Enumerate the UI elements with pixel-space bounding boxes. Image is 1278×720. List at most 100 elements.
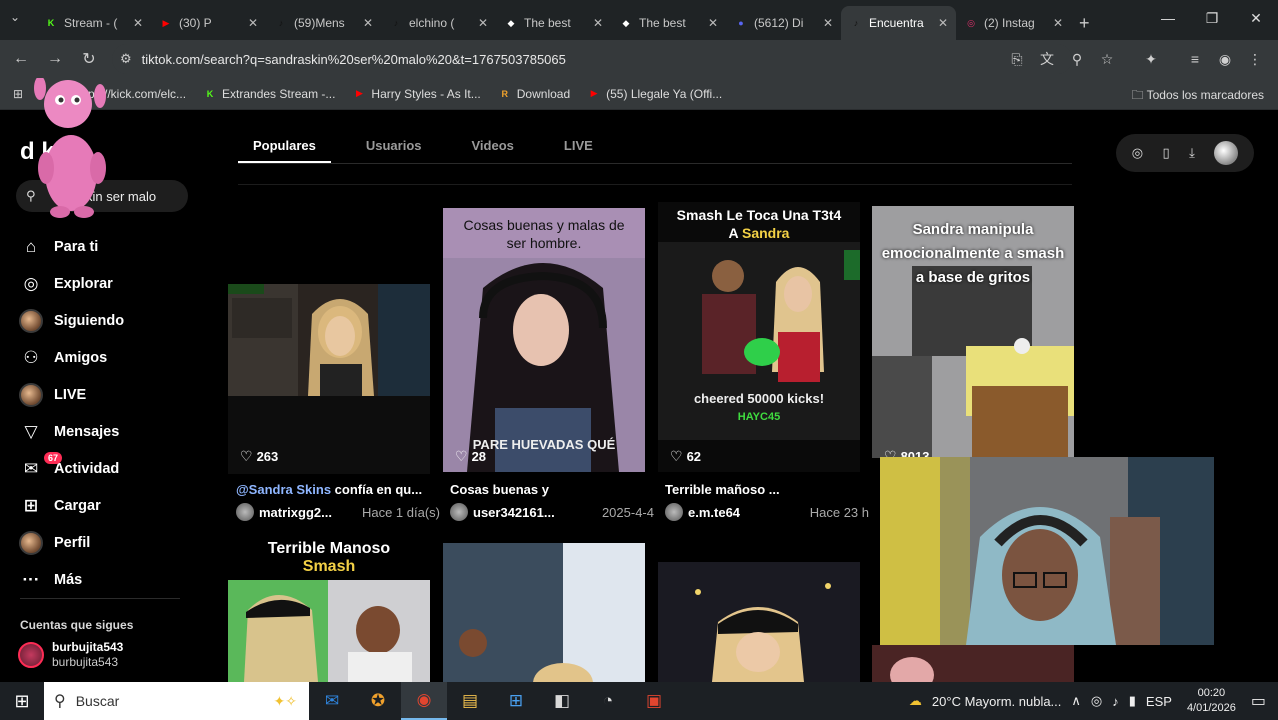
bookmark-star-icon[interactable]: ☆ [1092, 51, 1122, 68]
browser-tab[interactable]: K Stream - (✕ [36, 6, 151, 40]
video-card[interactable] [872, 645, 1074, 682]
video-card[interactable]: Smash Le Toca Una T3t4 A Sandra cheered 5… [658, 202, 860, 472]
video-description[interactable]: Terrible mañoso ... [665, 482, 867, 497]
tab-populares[interactable]: Populares [238, 130, 331, 163]
username[interactable]: e.m.te64 [688, 505, 804, 520]
video-card[interactable]: Sandra manipula emocionalmente a smash a… [872, 206, 1074, 458]
compass-icon[interactable]: ◎ [1132, 145, 1143, 161]
system-tray: ☁ 20°C Mayorm. nubla... ∧ ◎ ♪ ▮ ESP 00:2… [904, 682, 1278, 720]
bookmark-item[interactable]: ▶ Harry Styles - As It... [353, 87, 481, 101]
sidebar-item-mensajes[interactable]: ▽ Mensajes [16, 413, 196, 450]
media-icon[interactable]: ≡ [1180, 51, 1210, 67]
chevron-up-icon[interactable]: ∧ [1071, 693, 1081, 709]
video-description[interactable]: @Sandra Skins confía en qu... [236, 482, 438, 497]
download-icon[interactable]: ⤓ [1189, 145, 1195, 161]
weather-text[interactable]: 20°C Mayorm. nubla... [932, 694, 1061, 709]
close-tab-icon[interactable]: ✕ [363, 16, 373, 30]
clock[interactable]: 00:20 4/01/2026 [1187, 686, 1236, 716]
network-icon[interactable]: ◎ [1091, 693, 1102, 709]
phone-icon[interactable]: ▯ [1163, 145, 1170, 161]
sidebar-item-ms[interactable]: ··· Más [16, 561, 196, 598]
video-card[interactable]: Terrible Manoso Smash [228, 538, 430, 682]
install-app-icon[interactable]: ⎘ [1002, 51, 1032, 68]
close-tab-icon[interactable]: ✕ [593, 16, 603, 30]
outlook-icon[interactable]: ✉ [309, 682, 355, 720]
tab-favicon-icon: ▶ [162, 17, 170, 28]
volume-icon[interactable]: ♪ [1112, 694, 1119, 709]
extensions-icon[interactable]: ✦ [1136, 51, 1166, 68]
browser-tab[interactable]: ♪ Encuentra ✕ [841, 6, 956, 40]
sidebar-item-parati[interactable]: ⌂ Para ti [16, 228, 196, 265]
close-tab-icon[interactable]: ✕ [248, 16, 258, 30]
username[interactable]: user342161... [473, 505, 596, 520]
tab-live[interactable]: LIVE [549, 130, 608, 163]
close-tab-icon[interactable]: ✕ [133, 16, 143, 30]
chrome-icon[interactable]: ◉ [401, 682, 447, 720]
browser-tab[interactable]: ♪ (59)Mens ✕ [266, 6, 381, 40]
close-window-icon[interactable]: ✕ [1234, 0, 1278, 36]
windows-start-icon[interactable]: ⊞ [0, 691, 44, 712]
video-card[interactable] [443, 543, 645, 682]
app-medal-icon[interactable]: ✪ [355, 682, 401, 720]
bookmark-item[interactable]: ▶ (55) Llegale Ya (Offi... [588, 87, 723, 101]
restore-icon[interactable]: ❐ [1190, 0, 1234, 36]
close-tab-icon[interactable]: ✕ [478, 16, 488, 30]
browser-tab[interactable]: ● (5612) Di ✕ [726, 6, 841, 40]
weather-icon[interactable]: ☁ [909, 693, 922, 709]
video-description[interactable]: Cosas buenas y [450, 482, 652, 497]
translate-icon[interactable]: 文 [1032, 49, 1062, 69]
video-card[interactable]: Cosas buenas y malas de ser hombre. PARE… [443, 208, 645, 472]
bookmark-item[interactable]: K Extrandes Stream -... [204, 87, 336, 101]
profile-avatar[interactable]: ◉ [1210, 51, 1240, 68]
forward-icon[interactable]: → [38, 50, 72, 68]
new-tab-button[interactable]: + [1071, 6, 1098, 40]
tab-usuarios[interactable]: Usuarios [351, 130, 437, 163]
back-icon[interactable]: ← [4, 50, 38, 68]
bookmark-item[interactable]: R Download [499, 87, 571, 101]
video-card[interactable] [658, 562, 860, 682]
close-tab-icon[interactable]: ✕ [708, 16, 718, 30]
sidebar-item-perfil[interactable]: Perfil [16, 524, 196, 561]
app-red-icon[interactable]: ▣ [631, 682, 677, 720]
notifications-icon[interactable]: ▭ [1251, 691, 1266, 711]
sidebar-item-live[interactable]: LIVE [16, 376, 196, 413]
browser-tab[interactable]: ◆ The best ✕ [611, 6, 726, 40]
tab-videos[interactable]: Videos [457, 130, 529, 163]
file-explorer-icon[interactable]: ▤ [447, 682, 493, 720]
app-icon[interactable]: ◧ [539, 682, 585, 720]
reload-icon[interactable]: ↻ [72, 49, 106, 69]
close-tab-icon[interactable]: ✕ [823, 16, 833, 30]
sidebar-item-amigos[interactable]: ⚇ Amigos [16, 339, 196, 376]
nav-icon: ▽ [24, 421, 38, 441]
site-info-icon[interactable]: ⚙ [120, 51, 132, 67]
address-url[interactable]: tiktok.com/search?q=sandraskin%20ser%20m… [142, 52, 566, 67]
sidebar-item-explorar[interactable]: ◎ Explorar [16, 265, 196, 302]
username[interactable]: matrixgg2... [259, 505, 356, 520]
close-tab-icon[interactable]: ✕ [938, 16, 948, 30]
menu-kebab-icon[interactable]: ⋮ [1240, 51, 1270, 68]
mic-icon[interactable]: ▮ [1129, 693, 1136, 709]
folder-icon: 🗀 [1131, 88, 1144, 102]
taskbar-search[interactable]: ⚲ Buscar ✦✧ [44, 682, 309, 720]
sidebar-item-actividad[interactable]: ✉ Actividad 67 [16, 450, 196, 487]
browser-tab[interactable]: ◎ (2) Instag ✕ [956, 6, 1071, 40]
results-tabs: Populares Usuarios Videos LIVE [238, 130, 1072, 164]
obs-icon[interactable]: ◔ [585, 682, 631, 720]
zoom-icon[interactable]: ⚲ [1062, 51, 1092, 68]
browser-tab[interactable]: ♪ elchino (✕ [381, 6, 496, 40]
browser-tab[interactable]: ▶ (30) P ✕ [151, 6, 266, 40]
sidebar-item-siguiendo[interactable]: Siguiendo [16, 302, 196, 339]
video-card[interactable] [228, 284, 430, 474]
user-avatar[interactable] [1214, 141, 1239, 165]
address-bar[interactable]: ⚙ tiktok.com/search?q=sandraskin%20ser%2… [112, 44, 1072, 74]
nav-icon: ⌂ [25, 236, 37, 256]
language-indicator[interactable]: ESP [1146, 694, 1172, 709]
tab-search-icon[interactable]: ⌄ [10, 10, 20, 24]
minimize-icon[interactable]: — [1146, 0, 1190, 36]
all-bookmarks[interactable]: 🗀 Todos los marcadores [1131, 86, 1264, 107]
store-icon[interactable]: ⊞ [493, 682, 539, 720]
following-account[interactable]: burbujita543 burbujita543 [18, 640, 123, 670]
sidebar-item-cargar[interactable]: ⊞ Cargar [16, 487, 196, 524]
close-tab-icon[interactable]: ✕ [1053, 16, 1063, 30]
browser-tab[interactable]: ◆ The best ✕ [496, 6, 611, 40]
